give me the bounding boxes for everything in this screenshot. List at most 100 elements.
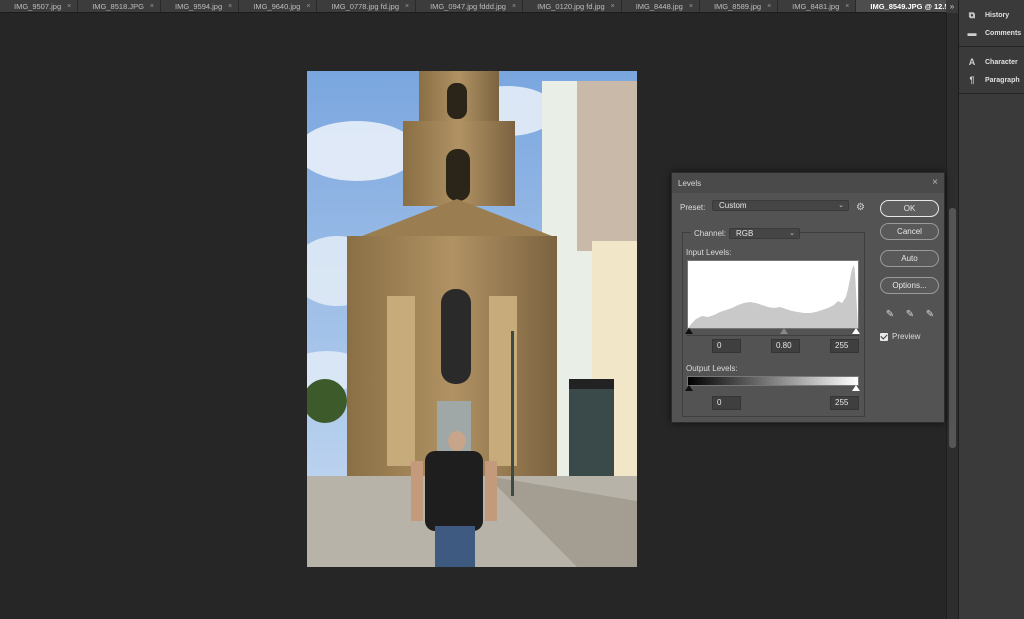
tab-label: IMG_9594.jpg — [175, 2, 223, 11]
auto-button-label: Auto — [901, 254, 918, 263]
output-gradient — [687, 376, 859, 386]
paragraph-icon: ¶ — [969, 75, 975, 85]
panel-paragraph[interactable]: ¶ Paragraph — [959, 71, 1024, 89]
options-button[interactable]: Options... — [880, 277, 939, 294]
channel-select[interactable]: RGB ⌄ — [729, 228, 800, 239]
preset-value: Custom — [719, 201, 747, 210]
tab-6[interactable]: IMG_0947.jpg fddd.jpg × — [416, 0, 524, 12]
preset-label: Preset: — [680, 203, 706, 212]
panel-dock: ⧉ History ▬ Comments A Character ¶ Paragraph — [958, 0, 1024, 619]
dialog-titlebar[interactable]: Levels × — [672, 173, 944, 193]
input-black-slider[interactable] — [685, 328, 693, 334]
tab-close-icon[interactable]: × — [845, 3, 849, 10]
panel-comments-label: Comments — [985, 29, 1022, 37]
channel-label: Channel: — [691, 229, 730, 238]
gear-icon[interactable]: ⚙ — [856, 202, 865, 213]
tab-close-icon[interactable]: × — [150, 3, 154, 10]
preview-checkbox[interactable] — [880, 333, 888, 341]
tab-label: IMG_0947.jpg fddd.jpg — [430, 2, 506, 11]
tab-close-icon[interactable]: × — [689, 3, 693, 10]
preset-select[interactable]: Custom ⌄ — [712, 200, 849, 211]
tab-label: IMG_9507.jpg — [14, 2, 62, 11]
tab-close-icon[interactable]: × — [306, 3, 310, 10]
panel-paragraph-label: Paragraph — [985, 76, 1020, 84]
tab-5[interactable]: IMG_0778.jpg fd.jpg × — [317, 0, 417, 12]
output-white-value: 255 — [835, 398, 849, 407]
panel-history[interactable]: ⧉ History — [959, 6, 1024, 24]
panel-comments[interactable]: ▬ Comments — [959, 24, 1024, 42]
input-white-slider[interactable] — [852, 328, 860, 334]
input-gamma-value: 0.80 — [776, 341, 792, 350]
tab-4[interactable]: IMG_9640.jpg × — [239, 0, 318, 12]
levels-dialog: Levels × Preset: Custom ⌄ ⚙ Channel: RGB… — [671, 172, 945, 423]
cancel-button[interactable]: Cancel — [880, 223, 939, 240]
character-icon: A — [968, 57, 976, 67]
tab-label: IMG_8518.JPG — [92, 2, 144, 11]
dialog-title: Levels — [678, 178, 702, 188]
output-black-slider[interactable] — [685, 385, 693, 391]
tab-overflow-icon[interactable]: » — [946, 0, 958, 13]
chevron-down-icon: ⌄ — [789, 230, 795, 237]
tab-label: IMG_0120.jpg fd.jpg — [537, 2, 605, 11]
tab-close-icon[interactable]: × — [228, 3, 232, 10]
output-black-field[interactable]: 0 — [712, 396, 741, 410]
gray-eyedropper-icon[interactable]: ✎ — [904, 309, 916, 321]
ok-button-label: OK — [903, 204, 916, 213]
tab-7[interactable]: IMG_0120.jpg fd.jpg × — [523, 0, 622, 12]
panel-history-label: History — [985, 11, 1010, 19]
close-icon[interactable]: × — [932, 177, 938, 188]
tab-2[interactable]: IMG_8518.JPG × — [78, 0, 162, 12]
tab-label: IMG_8589.jpg — [713, 2, 762, 11]
cancel-button-label: Cancel — [897, 227, 922, 236]
output-levels-label: Output Levels: — [686, 364, 738, 373]
panel-group-type: A Character ¶ Paragraph — [959, 47, 1024, 94]
channel-value: RGB — [736, 229, 754, 238]
tab-label: IMG_8481.jpg — [792, 2, 840, 11]
input-gamma-slider[interactable] — [780, 328, 788, 334]
tab-label: IMG_0778.jpg fd.jpg — [331, 2, 399, 11]
preview-label: Preview — [892, 332, 921, 341]
histogram — [687, 260, 859, 329]
tab-close-icon[interactable]: × — [611, 3, 615, 10]
output-black-value: 0 — [717, 398, 722, 407]
input-white-field[interactable]: 255 — [830, 339, 859, 353]
tab-8[interactable]: IMG_8448.jpg × — [621, 0, 700, 12]
tab-close-icon[interactable]: × — [767, 3, 771, 10]
ok-button[interactable]: OK — [880, 200, 939, 217]
tab-label: IMG_9640.jpg — [253, 2, 301, 11]
input-gamma-field[interactable]: 0.80 — [771, 339, 800, 353]
input-black-value: 0 — [717, 341, 722, 350]
tab-9[interactable]: IMG_8589.jpg × — [699, 0, 779, 12]
chevron-down-icon: ⌄ — [838, 202, 844, 209]
input-slider-track — [687, 335, 859, 336]
output-white-slider[interactable] — [852, 385, 860, 391]
panel-character-label: Character — [985, 58, 1018, 66]
panel-character[interactable]: A Character — [959, 53, 1024, 71]
input-white-value: 255 — [835, 341, 849, 350]
tab-3[interactable]: IMG_9594.jpg × — [161, 0, 240, 12]
comments-icon: ▬ — [967, 28, 977, 38]
tab-close-icon[interactable]: × — [405, 3, 409, 10]
vertical-scrollbar[interactable] — [946, 13, 958, 619]
input-black-field[interactable]: 0 — [712, 339, 741, 353]
tab-1[interactable]: IMG_9507.jpg × — [0, 0, 79, 12]
histogram-graph — [688, 265, 858, 328]
panel-group-history: ⧉ History ▬ Comments — [959, 0, 1024, 47]
input-levels-label: Input Levels: — [686, 248, 732, 257]
tab-label: IMG_8448.jpg — [635, 2, 683, 11]
white-eyedropper-icon[interactable]: ✎ — [924, 309, 936, 321]
auto-button[interactable]: Auto — [880, 250, 939, 267]
black-eyedropper-icon[interactable]: ✎ — [884, 309, 896, 321]
scrollbar-thumb[interactable] — [949, 208, 956, 448]
church-photo — [307, 71, 637, 567]
history-icon: ⧉ — [968, 9, 976, 20]
options-button-label: Options... — [892, 281, 927, 290]
tab-label: IMG_8549.JPG @ 12.5% (RGB/8) * — [870, 2, 946, 11]
tab-close-icon[interactable]: × — [67, 3, 71, 10]
output-white-field[interactable]: 255 — [830, 396, 859, 410]
document-tab-bar: IMG_9507.jpg × IMG_8518.JPG × IMG_9594.jpg × I… — [0, 0, 946, 13]
document-image[interactable] — [307, 71, 637, 567]
tab-11[interactable]: IMG_8549.JPG @ 12.5% (RGB/8) *× — [856, 0, 946, 12]
tab-10[interactable]: IMG_8481.jpg × — [778, 0, 857, 12]
tab-close-icon[interactable]: × — [512, 3, 516, 10]
